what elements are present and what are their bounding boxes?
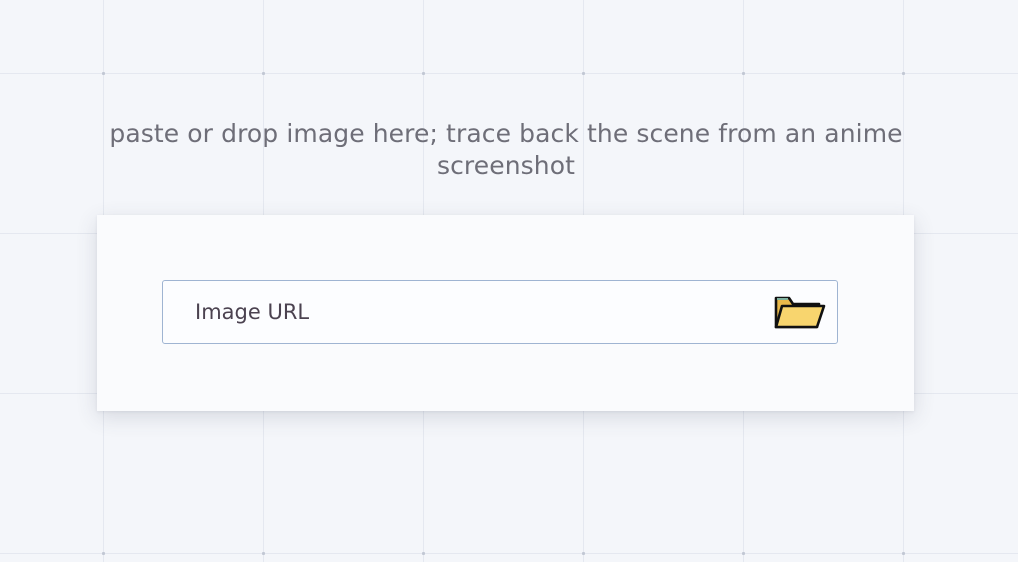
grid-dot [902, 552, 905, 555]
folder-icon [774, 296, 826, 329]
grid-dot [902, 72, 905, 75]
grid-dot [582, 552, 585, 555]
grid-dot [422, 552, 425, 555]
image-url-field[interactable] [162, 280, 838, 344]
grid-dot [742, 552, 745, 555]
image-url-input[interactable] [195, 281, 755, 343]
grid-dot [102, 72, 105, 75]
grid-dot [262, 552, 265, 555]
drop-instruction: paste or drop image here; trace back the… [109, 119, 903, 180]
grid-dot [742, 72, 745, 75]
grid-dot [262, 72, 265, 75]
search-card[interactable] [97, 215, 914, 411]
grid-dot [582, 72, 585, 75]
grid-dot [102, 552, 105, 555]
browse-file-button[interactable] [773, 291, 827, 335]
grid-dot [422, 72, 425, 75]
